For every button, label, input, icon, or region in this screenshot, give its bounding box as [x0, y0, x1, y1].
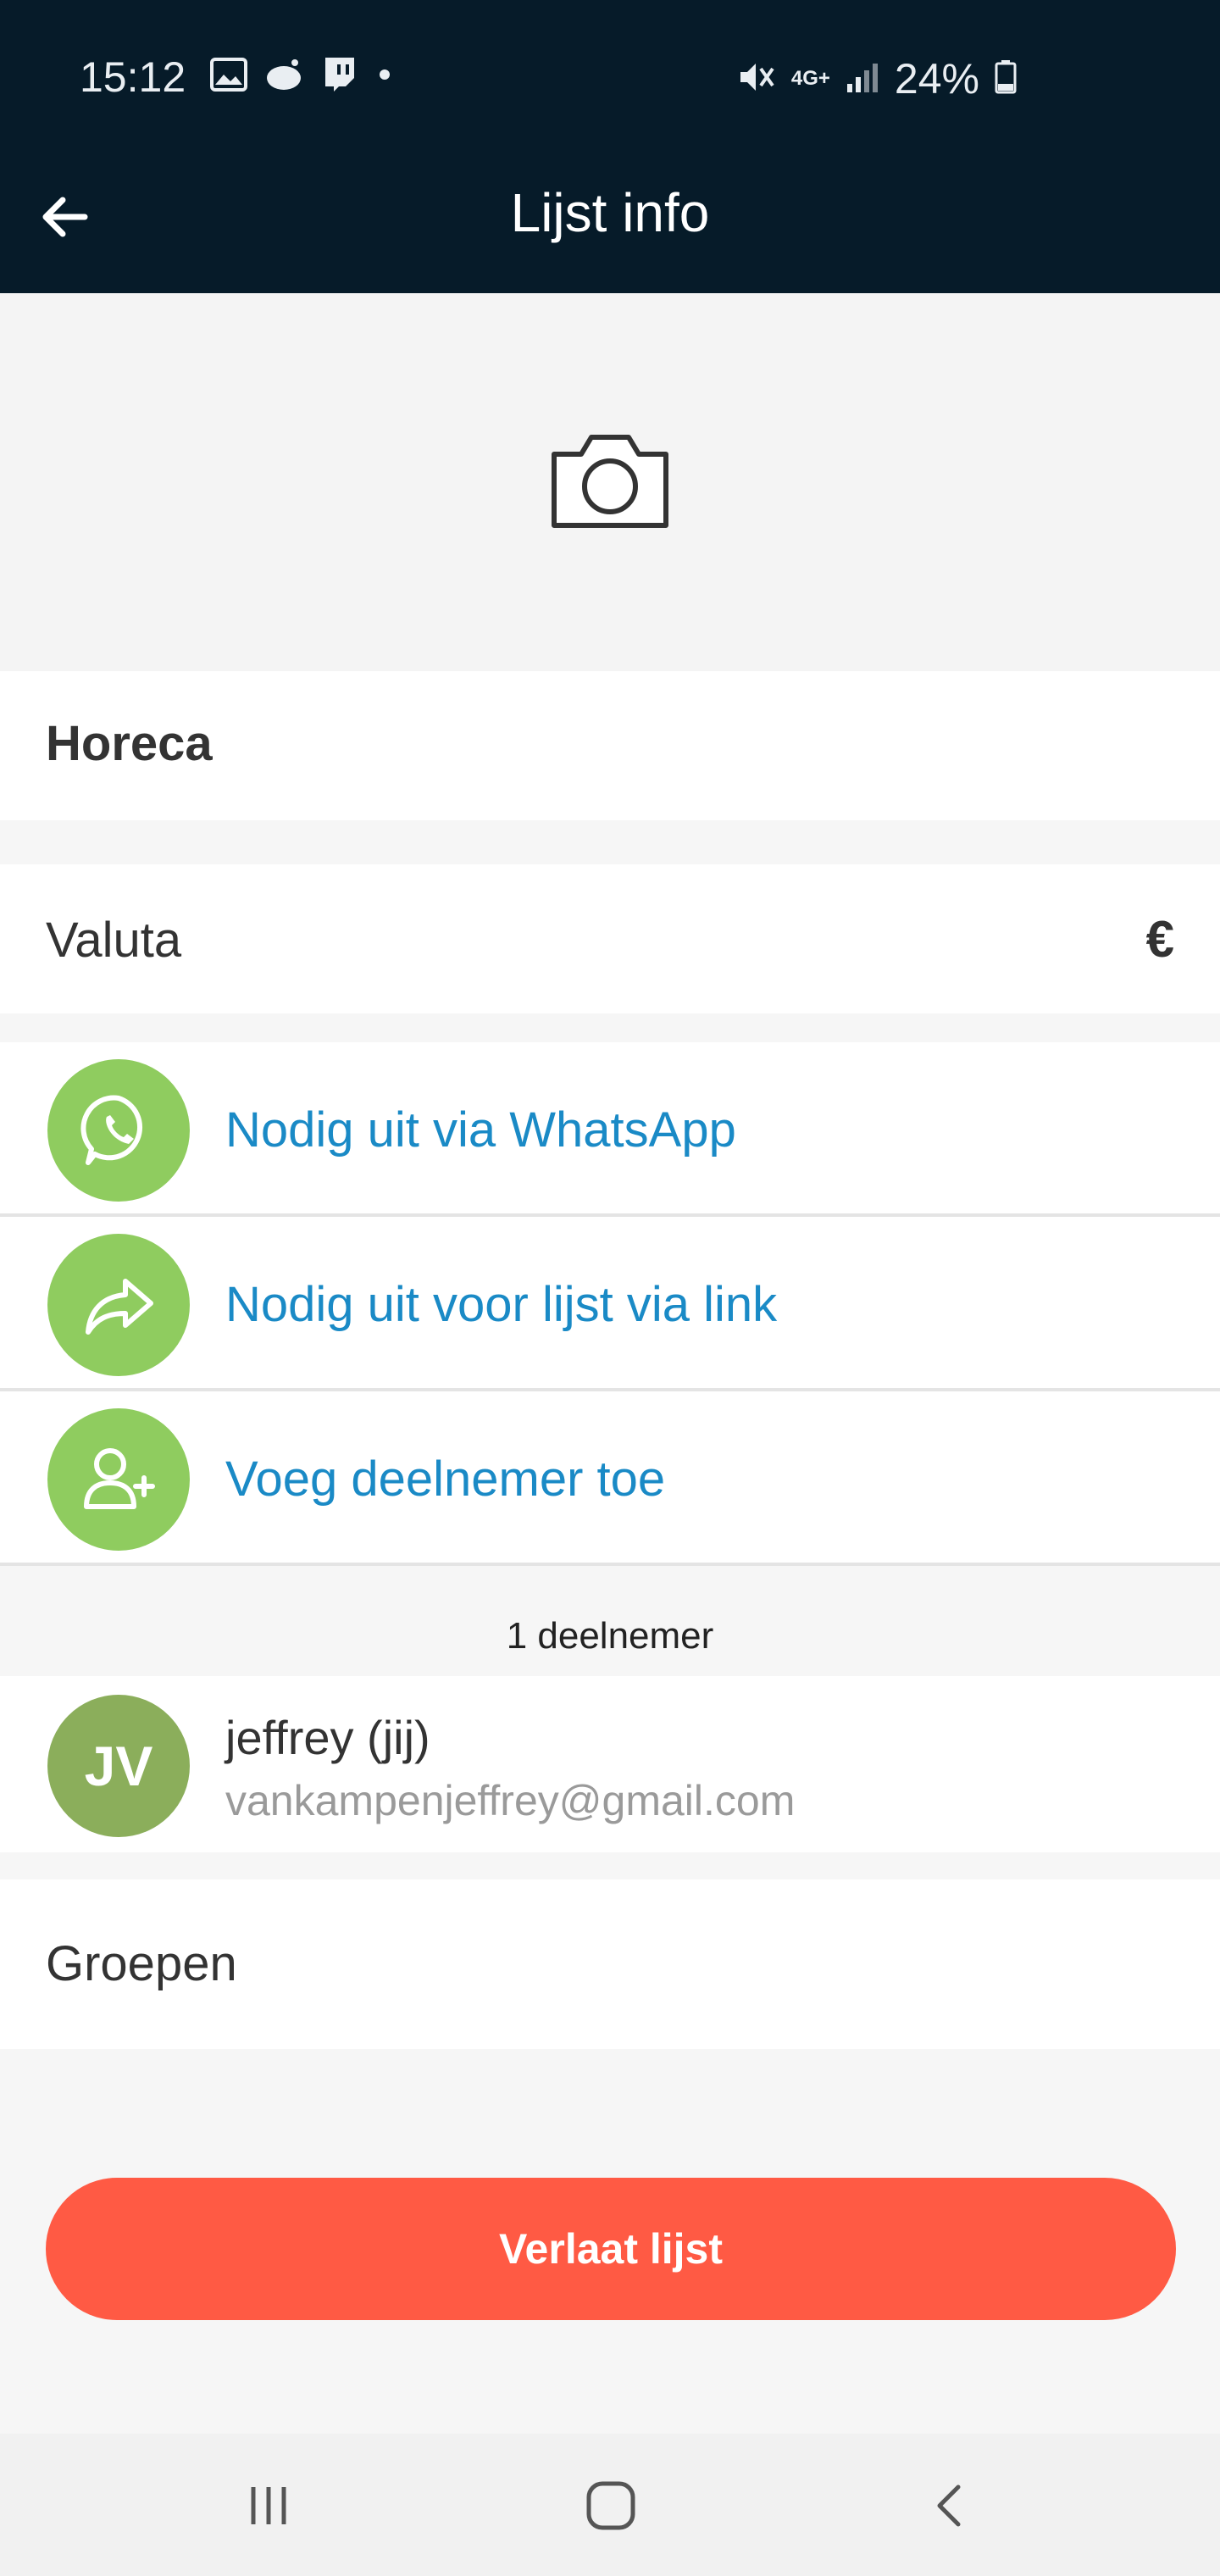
- app-bar: Lijst info: [0, 153, 1220, 293]
- dot-icon: [374, 64, 395, 89]
- list-name-row[interactable]: Horeca: [0, 671, 1220, 820]
- top-bar: 15:12 4G+ 24% Lijst info: [0, 0, 1220, 293]
- participant-count: 1 deelnemer: [0, 1568, 1220, 1676]
- status-time: 15:12: [80, 53, 186, 101]
- participant-name: jeffrey (jij): [225, 1711, 430, 1764]
- invite-link-button[interactable]: Nodig uit voor lijst via link: [0, 1217, 1220, 1391]
- recent-apps-icon[interactable]: [230, 2468, 307, 2544]
- avatar: JV: [47, 1695, 190, 1837]
- invite-whatsapp-label: Nodig uit via WhatsApp: [225, 1102, 736, 1158]
- add-person-icon: [47, 1408, 190, 1551]
- system-nav-bar: [0, 2434, 1220, 2576]
- currency-value: €: [1145, 911, 1174, 968]
- currency-label: Valuta: [46, 913, 182, 968]
- home-icon[interactable]: [573, 2468, 649, 2544]
- back-icon[interactable]: [912, 2468, 988, 2544]
- add-participant-label: Voeg deelnemer toe: [225, 1452, 666, 1507]
- invite-whatsapp-button[interactable]: Nodig uit via WhatsApp: [0, 1042, 1220, 1217]
- add-participant-button[interactable]: Voeg deelnemer toe: [0, 1391, 1220, 1566]
- status-left-icons: [210, 56, 395, 97]
- participant-email: vankampenjeffrey@gmail.com: [225, 1777, 796, 1824]
- currency-row[interactable]: Valuta €: [0, 864, 1220, 1013]
- list-photo-area[interactable]: [0, 293, 1220, 671]
- status-right-icons: 4G+ 24%: [737, 54, 1017, 103]
- camera-icon[interactable]: [549, 429, 671, 532]
- page-title: Lijst info: [510, 182, 710, 243]
- whatsapp-icon: [47, 1059, 190, 1202]
- list-name: Horeca: [46, 716, 213, 771]
- invite-link-label: Nodig uit voor lijst via link: [225, 1277, 778, 1332]
- groups-row[interactable]: Groepen: [0, 1879, 1220, 2049]
- leave-list-button[interactable]: Verlaat lijst: [46, 2178, 1176, 2320]
- mute-icon: [737, 58, 776, 100]
- reddit-icon: [264, 58, 303, 96]
- twitch-icon: [320, 56, 358, 97]
- gallery-icon: [210, 58, 247, 96]
- battery-icon: [995, 59, 1017, 98]
- participant-row[interactable]: JV jeffrey (jij) vankampenjeffrey@gmail.…: [0, 1676, 1220, 1852]
- share-icon: [47, 1234, 190, 1376]
- signal-icon: [846, 60, 879, 98]
- status-bar: 15:12 4G+ 24%: [0, 0, 1220, 153]
- battery-percent: 24%: [894, 55, 979, 103]
- groups-label: Groepen: [46, 1936, 237, 1991]
- network-icon: 4G+: [790, 67, 830, 90]
